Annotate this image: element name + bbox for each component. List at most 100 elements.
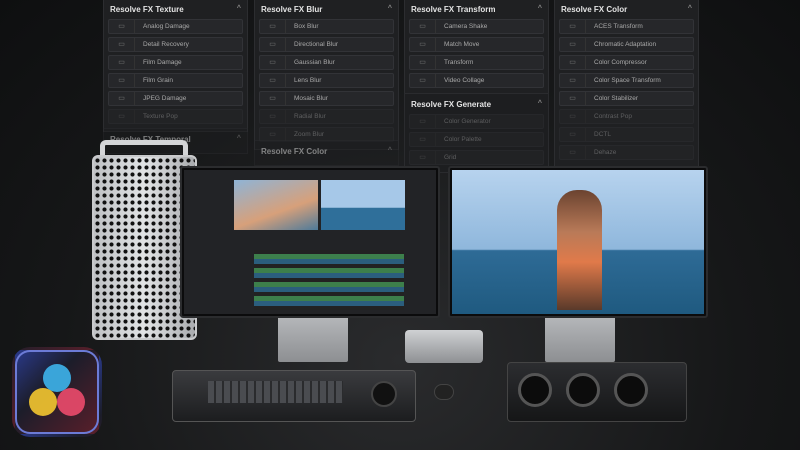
collapse-icon[interactable]: ^	[688, 5, 692, 14]
fx-item[interactable]: ▭ Film Grain	[108, 73, 243, 88]
effect-icon: ▭	[109, 92, 135, 105]
panel-resolve-fx-color: Resolve FX Color ^	[254, 140, 399, 166]
effect-icon: ▭	[260, 110, 286, 123]
fx-item[interactable]: ▭ ACES Transform	[559, 19, 694, 34]
editor-keyboard	[172, 370, 416, 422]
panel-header[interactable]: Resolve FX Texture ^	[108, 3, 243, 19]
panel-header[interactable]: Resolve FX Generate ^	[409, 98, 544, 114]
fx-label: DCTL	[594, 131, 611, 138]
portrait-image	[452, 170, 704, 314]
collapse-icon[interactable]: ^	[237, 135, 241, 144]
fx-label: Match Move	[444, 41, 480, 48]
ultrastudio-interface	[405, 330, 483, 363]
fx-item[interactable]: ▭ Gaussian Blur	[259, 55, 394, 70]
fx-label: Box Blur	[294, 23, 319, 30]
fx-label: Chromatic Adaptation	[594, 41, 657, 48]
fx-label: Analog Damage	[143, 23, 190, 30]
fx-item[interactable]: ▭ JPEG Damage	[108, 91, 243, 106]
fx-item[interactable]: ▭ Match Move	[409, 37, 544, 52]
fx-label: Color Generator	[444, 118, 491, 125]
right-monitor-stand	[545, 312, 615, 362]
left-monitor	[180, 166, 440, 318]
collapse-icon[interactable]: ^	[538, 100, 542, 109]
effect-icon: ▭	[260, 74, 286, 87]
effect-icon: ▭	[260, 38, 286, 51]
fx-item[interactable]: ▭ Color Palette	[409, 132, 544, 147]
effect-icon: ▭	[109, 20, 135, 33]
fx-item[interactable]: ▭ Grid	[409, 150, 544, 165]
fx-label: Directional Blur	[294, 41, 339, 48]
fx-label: Color Compressor	[594, 59, 647, 66]
fx-label: Color Stabilizer	[594, 95, 639, 102]
panel-header[interactable]: Resolve FX Blur ^	[259, 3, 394, 19]
fx-item[interactable]: ▭ Color Space Transform	[559, 73, 694, 88]
effect-icon: ▭	[560, 20, 586, 33]
fx-label: Transform	[444, 59, 474, 66]
fx-item[interactable]: ▭ Color Generator	[409, 114, 544, 129]
timeline	[254, 250, 404, 310]
left-monitor-stand	[278, 312, 348, 362]
fx-item[interactable]: ▭ Radial Blur	[259, 109, 394, 124]
panel-title: Resolve FX Color	[561, 5, 628, 14]
fx-item[interactable]: ▭ Video Collage	[409, 73, 544, 88]
fx-item[interactable]: ▭ Camera Shake	[409, 19, 544, 34]
collapse-icon[interactable]: ^	[388, 147, 392, 156]
fx-label: JPEG Damage	[143, 95, 187, 102]
fx-item[interactable]: ▭ Box Blur	[259, 19, 394, 34]
fx-item[interactable]: ▭ Mosaic Blur	[259, 91, 394, 106]
collapse-icon[interactable]: ^	[538, 5, 542, 14]
fx-item[interactable]: ▭ Lens Blur	[259, 73, 394, 88]
fx-item[interactable]: ▭ Dehaze	[559, 145, 694, 160]
panel-resolve-fx-transform: Resolve FX Transform ^ ▭ Camera Shake ▭ Match…	[404, 0, 549, 96]
fx-label: Film Grain	[143, 77, 173, 84]
panel-title: Resolve FX Blur	[261, 5, 323, 14]
timeline-viewer	[321, 180, 405, 230]
fx-item[interactable]: ▭ Transform	[409, 55, 544, 70]
fx-item[interactable]: ▭ DCTL	[559, 127, 694, 142]
panel-title: Resolve FX Texture	[110, 5, 184, 14]
fx-label: Color Space Transform	[594, 77, 661, 84]
fx-label: Film Damage	[143, 59, 182, 66]
effect-icon: ▭	[560, 128, 586, 141]
source-viewer	[234, 180, 318, 230]
effect-icon: ▭	[410, 56, 436, 69]
fx-item[interactable]: ▭ Film Damage	[108, 55, 243, 70]
fx-label: Radial Blur	[294, 113, 326, 120]
effect-icon: ▭	[410, 20, 436, 33]
effect-icon: ▭	[560, 74, 586, 87]
panel-header[interactable]: Resolve FX Color ^	[559, 3, 694, 19]
effect-icon: ▭	[560, 110, 586, 123]
collapse-icon[interactable]: ^	[388, 5, 392, 14]
panel-header[interactable]: Resolve FX Color ^	[259, 145, 394, 161]
fx-item[interactable]: ▭ Texture Pop	[108, 109, 243, 124]
effect-icon: ▭	[410, 151, 436, 164]
fx-item[interactable]: ▭ Color Compressor	[559, 55, 694, 70]
effect-icon: ▭	[109, 74, 135, 87]
effect-icon: ▭	[560, 56, 586, 69]
fx-item[interactable]: ▭ Color Stabilizer	[559, 91, 694, 106]
color-panel	[507, 362, 687, 422]
effect-icon: ▭	[260, 92, 286, 105]
effect-icon: ▭	[410, 115, 436, 128]
effect-icon: ▭	[109, 110, 135, 123]
collapse-icon[interactable]: ^	[237, 5, 241, 14]
fx-item[interactable]: ▭ Contrast Pop	[559, 109, 694, 124]
fx-item[interactable]: ▭ Chromatic Adaptation	[559, 37, 694, 52]
panel-header[interactable]: Resolve FX Transform ^	[409, 3, 544, 19]
fx-item[interactable]: ▭ Directional Blur	[259, 37, 394, 52]
panel-title: Resolve FX Color	[261, 147, 328, 156]
fx-label: Color Palette	[444, 136, 482, 143]
effect-icon: ▭	[109, 38, 135, 51]
fx-item[interactable]: ▭ Detail Recovery	[108, 37, 243, 52]
fx-label: Camera Shake	[444, 23, 488, 30]
fx-label: ACES Transform	[594, 23, 643, 30]
effect-icon: ▭	[109, 56, 135, 69]
fx-label: Grid	[444, 154, 457, 161]
fx-item[interactable]: ▭ Analog Damage	[108, 19, 243, 34]
resolve-edit-ui	[184, 170, 436, 314]
effect-icon: ▭	[260, 20, 286, 33]
fx-label: Mosaic Blur	[294, 95, 328, 102]
mouse	[434, 384, 454, 400]
davinci-resolve-logo	[12, 347, 102, 437]
panel-resolve-fx-color: Resolve FX Color ^ ▭ ACES Transform ▭ Chromat…	[554, 0, 699, 168]
